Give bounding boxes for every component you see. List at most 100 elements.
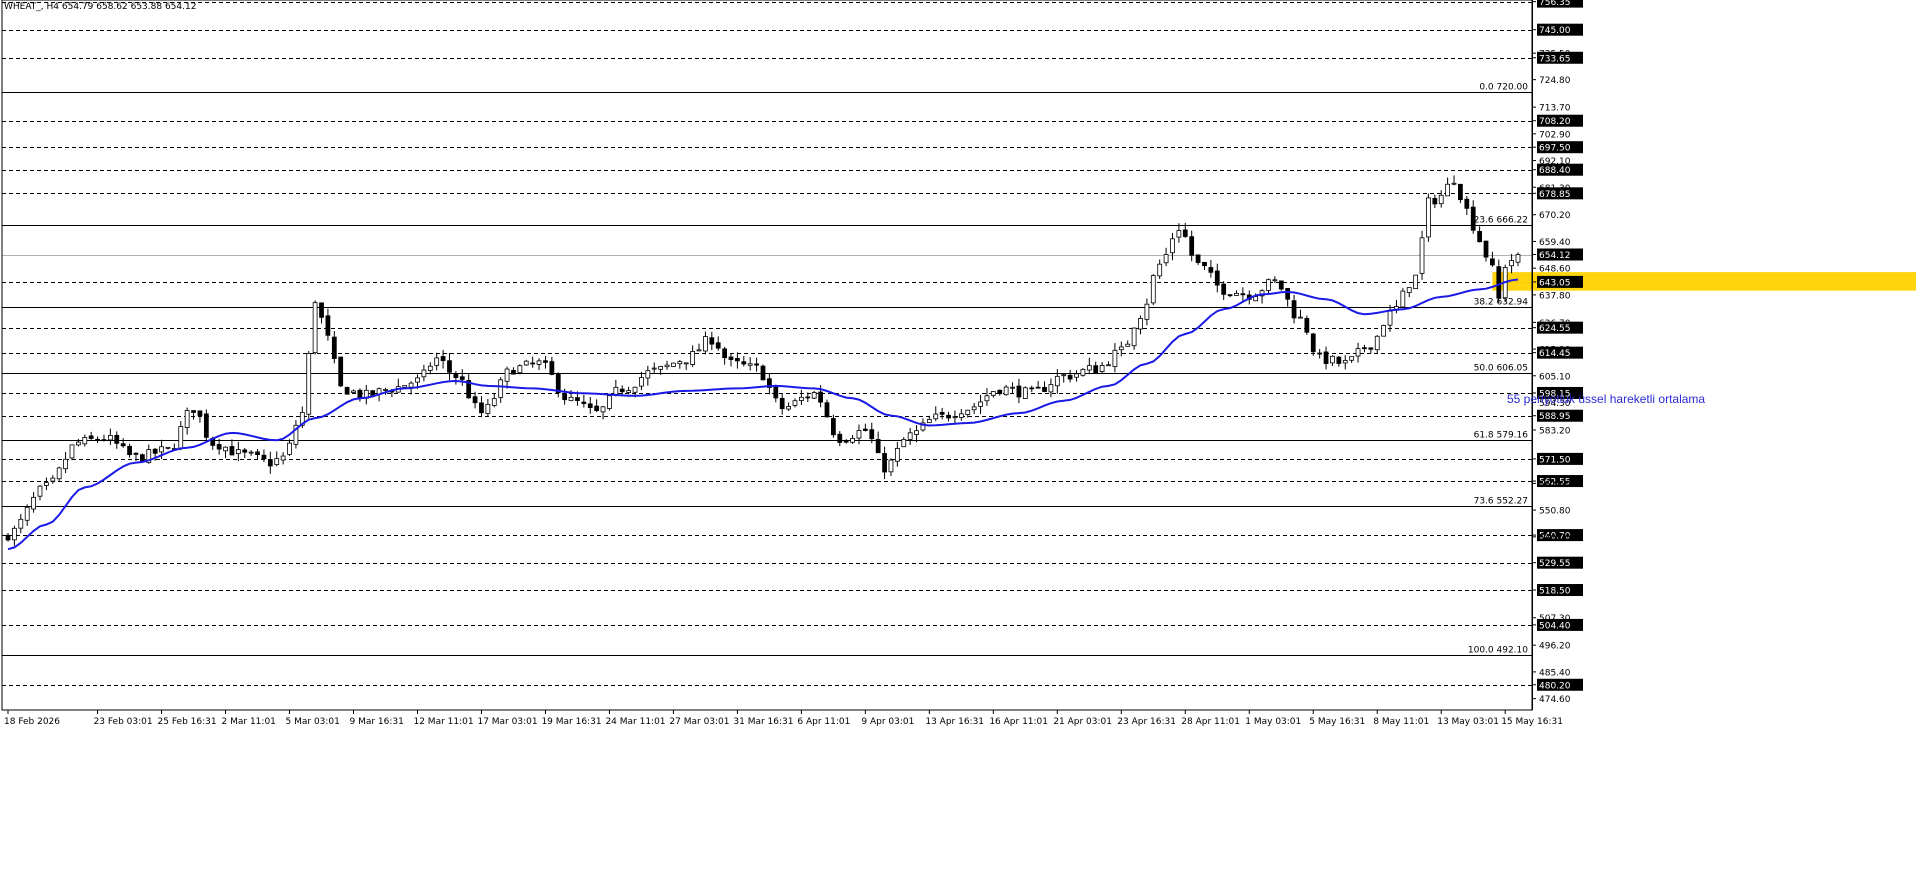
price-tick-label: 540.00: [1539, 533, 1571, 543]
candle: [1240, 287, 1246, 302]
price-tick-label: 637.80: [1539, 291, 1571, 301]
candle: [1323, 346, 1329, 370]
candle-body: [722, 348, 727, 359]
candle: [1509, 254, 1514, 274]
candle-body: [594, 405, 600, 412]
candle: [914, 425, 919, 443]
candle-body: [703, 336, 708, 352]
candle: [901, 437, 907, 448]
candle-body: [549, 361, 555, 375]
candle: [31, 491, 36, 513]
candle: [56, 466, 62, 482]
time-label: 18 Feb 2026: [4, 717, 60, 727]
candle-body: [88, 435, 94, 439]
candle-body: [952, 416, 958, 419]
candle: [1483, 240, 1489, 262]
candle: [504, 366, 510, 389]
candle-body: [459, 376, 465, 380]
time-label: 23 Feb 03:01: [94, 717, 153, 727]
candle-body: [63, 458, 68, 470]
candle-body: [1285, 288, 1291, 300]
candle-body: [1381, 324, 1387, 337]
candle: [773, 384, 779, 403]
candle-body: [1438, 194, 1444, 205]
candle: [319, 302, 324, 324]
candle: [1272, 276, 1278, 283]
candle-body: [274, 458, 280, 465]
price-tick-label: 659.40: [1539, 238, 1571, 248]
candle-body: [1157, 263, 1163, 277]
candle-body: [1214, 270, 1220, 286]
candle-body: [799, 396, 804, 401]
candle-body: [159, 446, 164, 453]
candle: [875, 431, 881, 454]
candle: [728, 353, 734, 367]
candle-body: [216, 444, 222, 450]
candle: [837, 431, 843, 447]
candle: [402, 385, 408, 388]
price-tag-label: 624.55: [1539, 324, 1571, 334]
price-axis: 756.35745.00735.50733.65724.80713.70708.…: [1532, 0, 1583, 710]
candle-body: [197, 410, 203, 417]
candle-body: [1202, 261, 1207, 267]
candle: [1003, 384, 1009, 396]
candle-body: [235, 449, 241, 455]
candle: [933, 406, 939, 422]
candle: [1214, 263, 1220, 293]
candle-body: [1086, 365, 1092, 371]
candle-body: [1208, 267, 1214, 273]
candle-body: [1496, 266, 1502, 299]
candle-body: [139, 454, 145, 462]
candle-body: [408, 382, 414, 388]
candle: [760, 364, 766, 381]
candle-body: [786, 406, 791, 410]
price-tick-label: 550.80: [1539, 507, 1571, 517]
candle-body: [267, 459, 273, 467]
candle-body: [1189, 236, 1195, 256]
candle-body: [773, 385, 779, 399]
candle-body: [1022, 387, 1028, 399]
candle-body: [1515, 254, 1521, 263]
candle: [715, 336, 721, 351]
candle-body: [1138, 318, 1143, 330]
candle: [543, 356, 548, 369]
candle: [1022, 386, 1028, 399]
time-label: 16 Apr 11:01: [989, 717, 1048, 727]
candle-body: [472, 396, 478, 404]
candle-body: [255, 451, 260, 455]
candle-body: [287, 442, 292, 455]
candle: [88, 431, 94, 440]
candle: [971, 402, 977, 415]
candle: [165, 446, 171, 450]
candle: [178, 421, 184, 451]
time-label: 21 Apr 03:01: [1053, 717, 1112, 727]
candle-body: [978, 401, 983, 407]
candle: [1035, 380, 1041, 389]
candle: [1086, 357, 1092, 375]
candle-body: [1234, 292, 1239, 296]
candle-body: [1106, 364, 1111, 367]
candle-body: [1426, 197, 1431, 238]
candle-body: [203, 413, 209, 438]
candle: [485, 398, 491, 418]
candle-body: [1099, 365, 1105, 372]
price-tick-label: 561.60: [1539, 480, 1571, 490]
candle: [267, 451, 273, 474]
candle-body: [1464, 198, 1470, 209]
chart-canvas[interactable]: 0.0 720.00 23.6 666.22 38.2 632.94 50.0 606…: [0, 0, 1916, 888]
price-tag-label: 697.50: [1539, 144, 1571, 154]
candle-body: [651, 367, 657, 370]
candle: [1048, 378, 1054, 398]
candle: [466, 374, 472, 399]
candle: [741, 356, 747, 367]
candle: [894, 441, 900, 467]
time-label: 12 Mar 11:01: [413, 717, 473, 727]
price-tag-label: 571.50: [1539, 455, 1571, 465]
candle: [690, 345, 696, 368]
candle-body: [357, 389, 363, 399]
candle: [18, 513, 24, 534]
candle-body: [677, 361, 683, 365]
candle: [1259, 289, 1265, 304]
candle: [1080, 368, 1086, 377]
candle-body: [1330, 355, 1335, 364]
